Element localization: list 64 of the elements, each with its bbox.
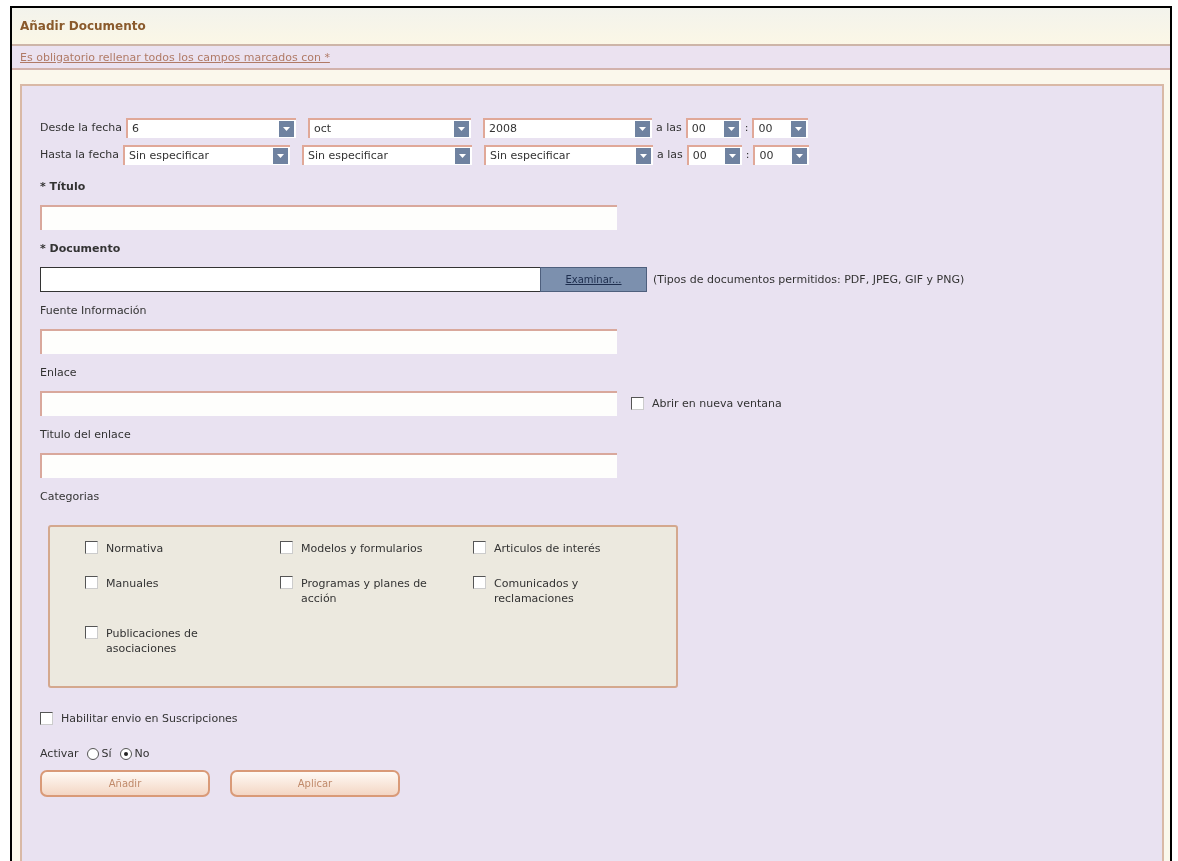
field-label: Enlace [40,366,78,379]
field-label: * Título [40,180,87,193]
text-field[interactable] [40,453,617,478]
time-separator: : [745,148,750,161]
text-field[interactable] [40,329,617,354]
checkbox[interactable] [85,576,98,589]
browse-button[interactable]: Examinar... [540,267,647,292]
dropdown-field[interactable]: Sin especificar [123,144,290,165]
dropdown-field[interactable]: 00 [753,144,810,165]
dropdown-value: 00 [759,149,774,162]
dropdown-field[interactable]: oct [307,117,471,138]
date-label: Desde la fecha [40,121,122,134]
page-title: Añadir Documento [20,19,146,33]
field-label: Titulo del enlace [40,428,132,441]
category-label: Articulos de interés [494,541,601,556]
required-notice: Es obligatorio rellenar todos los campos marcados con * [20,50,330,64]
radio-button[interactable] [119,747,132,760]
file-types-hint: (Tipos de documentos permitidos: PDF, JPEG, GIF y PNG) [653,272,966,288]
checkbox[interactable] [280,576,293,589]
category-label: Normativa [106,541,164,556]
radio-label: Sí [101,747,112,760]
checkbox[interactable] [473,541,486,554]
dropdown-field[interactable]: Sin especificar [484,144,653,165]
category-label: Comunicados y reclamaciones [494,576,580,606]
checkbox-label: Habilitar envio en Suscripciones [61,712,238,725]
dropdown-value: 00 [758,122,773,135]
dropdown-field[interactable]: 6 [125,117,296,138]
category-label: Manuales [106,576,159,591]
text-field[interactable] [40,205,617,230]
dropdown-field[interactable]: Sin especificar [302,144,472,165]
radio-button[interactable] [86,747,99,760]
dropdown-value: Sin especificar [129,149,210,162]
checkbox[interactable] [85,541,98,554]
file-path-field[interactable] [40,267,540,292]
dropdown-value: 2008 [488,122,517,135]
dropdown-value: Sin especificar [490,149,571,162]
dropdown-value: 00 [692,149,707,162]
checkbox[interactable] [40,712,53,725]
time-label: a las [655,121,682,134]
checkbox[interactable] [631,397,644,410]
checkbox[interactable] [85,626,98,639]
date-label: Hasta la fecha [40,148,119,161]
dropdown-value: oct [313,122,331,135]
text-field[interactable] [40,391,617,416]
checkbox[interactable] [280,541,293,554]
category-label: Modelos y formularios [301,541,423,556]
checkbox-label: Abrir en nueva ventana [652,397,782,410]
category-label: Publicaciones de asociaciones [106,626,199,656]
activate-label: Activar [40,747,79,760]
categories-label: Categorias [40,490,101,503]
dropdown-value: 00 [691,122,706,135]
dropdown-field[interactable]: 00 [686,144,742,165]
category-label: Programas y planes de acción [301,576,428,606]
radio-label: No [134,747,150,760]
dropdown-value: Sin especificar [308,149,389,162]
field-label: Fuente Información [40,304,148,317]
dropdown-field[interactable]: 2008 [482,117,652,138]
time-separator: : [744,121,749,134]
time-label: a las [657,148,683,161]
dropdown-field[interactable]: 00 [752,117,809,138]
field-label: * Documento [40,242,122,255]
checkbox[interactable] [473,576,486,589]
dropdown-value: 6 [131,122,139,135]
dropdown-field[interactable]: 00 [685,117,741,138]
